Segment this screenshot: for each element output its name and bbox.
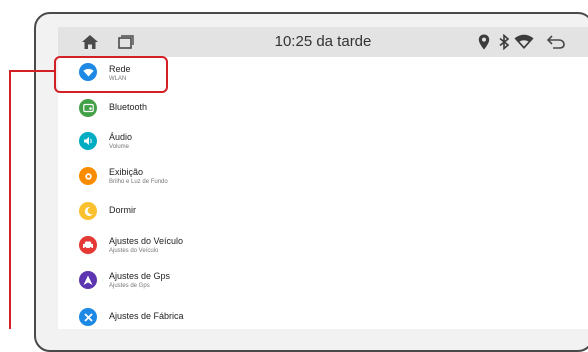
settings-item-audio[interactable]: Áudio Volume (58, 125, 588, 159)
callout-line (9, 70, 55, 72)
settings-item-dormir[interactable]: Dormir (58, 193, 588, 227)
settings-item-subtitle: Ajustes de Gps (109, 283, 150, 289)
settings-item-bluetooth[interactable]: Bluetooth (58, 91, 588, 125)
settings-item-ajustes-fabrica[interactable]: Ajustes de Fábrica (58, 295, 588, 329)
location-icon (474, 32, 494, 52)
callout-line-vertical (9, 70, 11, 329)
volume-icon (79, 132, 97, 150)
tools-icon (79, 308, 97, 326)
settings-item-title: Exibição (109, 167, 144, 177)
bluetooth-icon (494, 32, 514, 52)
settings-item-ajustes-veiculo[interactable]: Ajustes do Veículo Ajustes do Veículo (58, 227, 588, 261)
settings-item-title: Ajustes do Veículo (109, 236, 184, 246)
settings-item-title: Dormir (109, 205, 136, 215)
settings-item-subtitle: Brilho e Luz de Fundo (109, 179, 168, 185)
settings-item-ajustes-gps[interactable]: Ajustes de Gps Ajustes de Gps (58, 261, 588, 295)
settings-item-title: Ajustes de Gps (109, 271, 171, 281)
settings-item-exibicao[interactable]: Exibição Brilho e Luz de Fundo (58, 159, 588, 193)
back-icon[interactable] (546, 32, 566, 52)
settings-item-subtitle: Volume (109, 144, 130, 150)
navigation-icon (79, 271, 97, 289)
settings-item-title: Bluetooth (109, 102, 148, 112)
settings-item-title: Ajustes de Fábrica (109, 311, 184, 321)
wifi-icon (514, 32, 534, 52)
car-icon (79, 236, 97, 254)
settings-item-title: Áudio (109, 132, 133, 142)
moon-icon (79, 202, 97, 220)
highlight-box (54, 56, 168, 93)
brightness-icon (79, 167, 97, 185)
bluetooth-icon (79, 99, 97, 117)
settings-item-subtitle: Ajustes do Veículo (109, 248, 159, 254)
status-bar: 10:25 da tarde (58, 27, 588, 57)
